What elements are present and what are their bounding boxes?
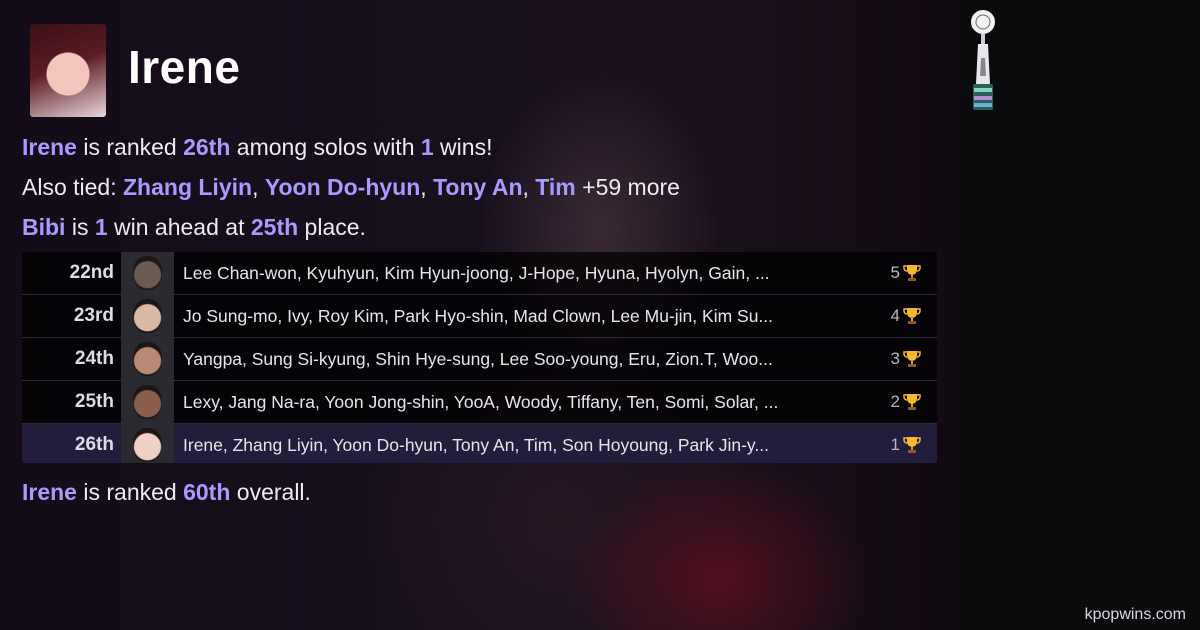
text: wins! [433,134,493,160]
more-count: +59 more [575,174,680,200]
artist-name: Irene [128,41,241,93]
trophy-statue-icon [971,10,995,110]
text: win ahead at [107,214,251,240]
overall-rank-line: Irene is ranked 60th overall. [22,479,311,506]
face-image [133,256,162,290]
text: among solos with [230,134,421,160]
wins-count: 2 [890,392,900,411]
text: , [522,174,536,200]
ahead-artist-link[interactable]: Bibi [22,214,65,240]
trophy-icon [903,351,921,367]
artist-thumbnail [121,338,174,380]
wins-count: 4 [890,306,900,325]
artist-names: Irene, Zhang Liyin, Yoon Do-hyun, Tony A… [183,435,769,455]
ranking-row[interactable]: 23rd Jo Sung-mo, Ivy, Roy Kim, Park Hyo-… [22,294,937,337]
wins-count: 1 [890,435,900,454]
trophy-icon [903,437,921,453]
text: , [252,174,265,200]
tied-artist-link[interactable]: Tony An [433,174,522,200]
rank-summary-line: Irene is ranked 26th among solos with 1 … [22,134,492,161]
rankings-table: 22nd Lee Chan-won, Kyuhyun, Kim Hyun-joo… [22,252,937,463]
tied-line: Also tied: Zhang Liyin, Yoon Do-hyun, To… [22,174,680,201]
artist-thumbnail [121,424,174,463]
rank-value: 25th [250,214,299,240]
rank-value: 26th [183,134,231,160]
text: place. [298,214,366,240]
text: is [65,214,95,240]
face-image [133,428,162,462]
site-watermark: kpopwins.com [1084,606,1186,623]
ranking-row[interactable]: 22nd Lee Chan-won, Kyuhyun, Kim Hyun-joo… [22,252,937,294]
ranking-row[interactable]: 24th Yangpa, Sung Si-kyung, Shin Hye-sun… [22,337,937,380]
wins-count: 5 [890,263,900,282]
ranking-row[interactable]: 25th Lexy, Jang Na-ra, Yoon Jong-shin, Y… [22,380,937,423]
artist-thumbnail [121,252,174,294]
wins-count: 3 [890,349,900,368]
rank-label: 24th [74,348,114,369]
rank-label: 25th [74,391,114,412]
text: is ranked [76,134,184,160]
rank-label: 26th [74,434,114,455]
text: is ranked [76,479,184,505]
text: overall. [230,479,311,505]
artist-names: Lee Chan-won, Kyuhyun, Kim Hyun-joong, J… [183,263,770,283]
artist-thumbnail [121,295,174,337]
trophy-icon [903,265,921,281]
text: Also tied: [22,174,123,200]
trophy-icon [903,394,921,410]
artist-names: Yangpa, Sung Si-kyung, Shin Hye-sung, Le… [183,349,773,369]
text: , [420,174,434,200]
face-image [133,299,162,333]
wins-value: 1 [420,134,434,160]
artist-link[interactable]: Irene [22,479,77,505]
face-image [133,342,162,376]
rank-label: 22nd [69,262,114,283]
artist-names: Jo Sung-mo, Ivy, Roy Kim, Park Hyo-shin,… [183,306,774,326]
artist-avatar [30,24,106,117]
ahead-line: Bibi is 1 win ahead at 25th place. [22,214,366,241]
ranking-row-current[interactable]: 26th Irene, Zhang Liyin, Yoon Do-hyun, T… [22,423,937,463]
artist-thumbnail [121,381,174,423]
artist-names: Lexy, Jang Na-ra, Yoon Jong-shin, YooA, … [183,392,779,412]
face-image [133,385,162,419]
tied-artist-link[interactable]: Zhang Liyin [123,174,252,200]
rank-value: 60th [183,479,231,505]
artist-link[interactable]: Irene [22,134,77,160]
tied-artist-link[interactable]: Tim [535,174,575,200]
rank-label: 23rd [73,305,114,326]
wins-value: 1 [94,214,108,240]
tied-artist-link[interactable]: Yoon Do-hyun [265,174,420,200]
trophy-icon [903,308,921,324]
